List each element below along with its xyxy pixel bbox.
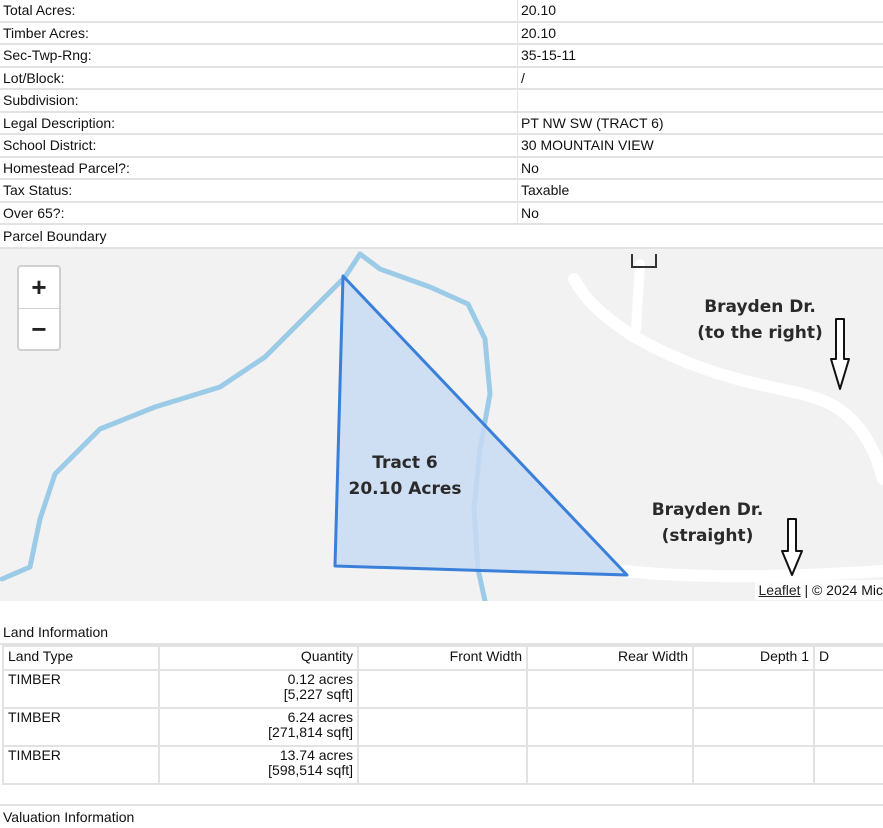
quantity-acres: 6.24 acres — [164, 710, 353, 725]
attribution-text: | © 2024 Mic — [801, 582, 883, 598]
depth-1 — [693, 670, 814, 708]
quantity-acres: 13.74 acres — [164, 748, 353, 763]
quantity: 6.24 acres[271,814 sqft] — [159, 708, 358, 746]
front-width — [358, 708, 527, 746]
quantity-sqft: [271,814 sqft] — [164, 725, 353, 740]
depth-2 — [814, 708, 883, 746]
land-type: TIMBER — [3, 670, 159, 708]
quantity-sqft: [5,227 sqft] — [164, 687, 353, 702]
leaflet-link[interactable]: Leaflet — [759, 582, 801, 598]
field-label: School District: — [0, 134, 518, 157]
land-type: TIMBER — [3, 708, 159, 746]
column-header: D — [814, 646, 883, 670]
field-value — [518, 89, 883, 112]
road-name: Brayden Dr. — [690, 294, 830, 320]
depth-1 — [693, 708, 814, 746]
field-label: Total Acres: — [0, 0, 518, 22]
field-label: Homestead Parcel?: — [0, 157, 518, 180]
road-direction: (to the right) — [690, 320, 830, 346]
column-header: Front Width — [358, 646, 527, 670]
field-label: Lot/Block: — [0, 67, 518, 90]
field-value: 20.10 — [518, 0, 883, 22]
field-value: 20.10 — [518, 22, 883, 45]
front-width — [358, 746, 527, 784]
road-direction: (straight) — [640, 523, 775, 549]
depth-2 — [814, 670, 883, 708]
field-label: Over 65?: — [0, 202, 518, 225]
property-info-table: Total Acres:20.10 Timber Acres:20.10 Sec… — [0, 0, 883, 225]
land-type: TIMBER — [3, 746, 159, 784]
depth-1 — [693, 746, 814, 784]
column-header: Quantity — [159, 646, 358, 670]
table-row: TIMBER 0.12 acres[5,227 sqft] — [3, 670, 883, 708]
parcel-boundary-title: Parcel Boundary — [0, 225, 883, 249]
road-label-right: Brayden Dr. (to the right) — [690, 294, 830, 346]
land-information-title: Land Information — [0, 621, 883, 645]
tract-acres: 20.10 Acres — [340, 476, 470, 502]
column-header: Depth 1 — [693, 646, 814, 670]
quantity: 0.12 acres[5,227 sqft] — [159, 670, 358, 708]
field-value: 30 MOUNTAIN VIEW — [518, 134, 883, 157]
field-label: Legal Description: — [0, 112, 518, 135]
zoom-out-button[interactable]: − — [19, 309, 59, 350]
tract-name: Tract 6 — [340, 450, 470, 476]
valuation-information-title: Valuation Information — [0, 804, 883, 828]
arrow-down-icon — [831, 319, 849, 389]
zoom-in-button[interactable]: + — [19, 267, 59, 309]
field-label: Tax Status: — [0, 179, 518, 202]
table-row: Timber Acres:20.10 — [0, 22, 883, 45]
table-row: Homestead Parcel?:No — [0, 157, 883, 180]
quantity: 13.74 acres[598,514 sqft] — [159, 746, 358, 784]
map-attribution: Leaflet | © 2024 Mic — [755, 580, 883, 600]
table-row: Over 65?:No — [0, 202, 883, 225]
parcel-map[interactable]: Tract 6 20.10 Acres Brayden Dr. (to the … — [0, 249, 883, 601]
table-row: Subdivision: — [0, 89, 883, 112]
field-label: Subdivision: — [0, 89, 518, 112]
field-value: Taxable — [518, 179, 883, 202]
parcel-polygon — [335, 276, 627, 575]
table-row: Tax Status:Taxable — [0, 179, 883, 202]
table-row: School District:30 MOUNTAIN VIEW — [0, 134, 883, 157]
rear-width — [527, 670, 693, 708]
quantity-acres: 0.12 acres — [164, 672, 353, 687]
rear-width — [527, 708, 693, 746]
table-row: TIMBER 6.24 acres[271,814 sqft] — [3, 708, 883, 746]
field-value: PT NW SW (TRACT 6) — [518, 112, 883, 135]
table-row: Lot/Block:/ — [0, 67, 883, 90]
table-row: Total Acres:20.10 — [0, 0, 883, 22]
field-label: Sec-Twp-Rng: — [0, 44, 518, 67]
arrow-down-icon — [782, 519, 802, 575]
zoom-control: + − — [17, 265, 61, 351]
table-row: TIMBER 13.74 acres[598,514 sqft] — [3, 746, 883, 784]
road-label-straight: Brayden Dr. (straight) — [640, 497, 775, 549]
road — [636, 264, 640, 329]
land-information-table: Land Type Quantity Front Width Rear Widt… — [2, 645, 883, 785]
field-value: No — [518, 202, 883, 225]
road-name: Brayden Dr. — [640, 497, 775, 523]
column-header: Land Type — [3, 646, 159, 670]
field-label: Timber Acres: — [0, 22, 518, 45]
table-row: Legal Description:PT NW SW (TRACT 6) — [0, 112, 883, 135]
field-value: 35-15-11 — [518, 44, 883, 67]
field-value: / — [518, 67, 883, 90]
rear-width — [527, 746, 693, 784]
table-header-row: Land Type Quantity Front Width Rear Widt… — [3, 646, 883, 670]
field-value: No — [518, 157, 883, 180]
column-header: Rear Width — [527, 646, 693, 670]
road — [625, 571, 883, 576]
depth-2 — [814, 746, 883, 784]
quantity-sqft: [598,514 sqft] — [164, 763, 353, 778]
table-row: Sec-Twp-Rng:35-15-11 — [0, 44, 883, 67]
front-width — [358, 670, 527, 708]
tract-label: Tract 6 20.10 Acres — [340, 450, 470, 502]
